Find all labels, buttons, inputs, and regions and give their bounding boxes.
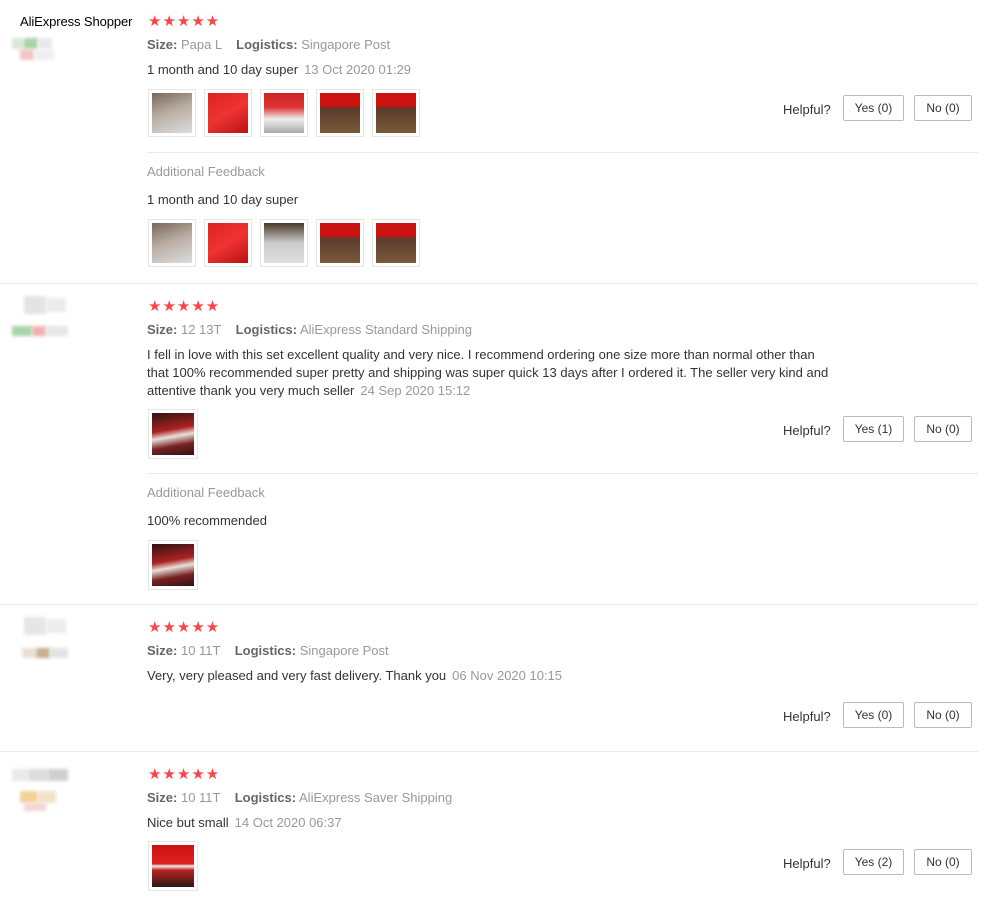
review-photo[interactable] [148, 219, 196, 267]
reviewer-name: AliExpress Shopper [20, 14, 133, 29]
review-separator [0, 283, 978, 284]
review-photo[interactable] [260, 219, 308, 267]
helpful-no-button[interactable]: No (0) [914, 849, 972, 875]
review-photo[interactable] [316, 219, 364, 267]
review-meta: Size: 10 11T Logistics: Singapore Post [147, 643, 389, 658]
logistics-value: AliExpress Saver Shipping [299, 790, 453, 805]
size-label: Size: [147, 322, 178, 337]
helpful-yes-button[interactable]: Yes (2) [843, 849, 904, 875]
review-photo[interactable] [316, 89, 364, 137]
size-value: 12 13T [180, 322, 222, 337]
review-separator [0, 751, 978, 752]
review-text: I fell in love with this set excellent q… [147, 346, 907, 400]
size-label: Size: [147, 37, 178, 52]
review-photo[interactable] [148, 841, 198, 891]
rating-stars: ★★★★★ [148, 13, 221, 30]
additional-feedback-text: 100% recommended [147, 513, 267, 528]
additional-feedback-heading: Additional Feedback [147, 164, 265, 179]
rating-stars: ★★★★★ [148, 766, 221, 783]
avatar [12, 38, 68, 60]
review-date: 24 Sep 2020 15:12 [360, 383, 471, 398]
helpful-no-button[interactable]: No (0) [914, 95, 972, 121]
helpful-label: Helpful? [783, 856, 831, 871]
review-photo[interactable] [372, 89, 420, 137]
review-date: 13 Oct 2020 01:29 [304, 62, 412, 77]
review-text: Very, very pleased and very fast deliver… [147, 667, 562, 685]
review-body-line: I fell in love with this set excellent q… [147, 347, 815, 362]
review-text: Nice but small 14 Oct 2020 06:37 [147, 814, 342, 832]
logistics-label: Logistics: [234, 643, 297, 658]
review-body-line: that 100% recommended super pretty and s… [147, 365, 829, 380]
review-photo[interactable] [372, 219, 420, 267]
logistics-value: Singapore Post [301, 37, 391, 52]
review-photo[interactable] [148, 540, 198, 590]
size-label: Size: [147, 790, 178, 805]
logistics-label: Logistics: [235, 322, 298, 337]
divider [147, 152, 978, 153]
review-body: 1 month and 10 day super [147, 62, 299, 77]
logistics-label: Logistics: [234, 790, 297, 805]
helpful-label: Helpful? [783, 102, 831, 117]
review-photo[interactable] [148, 89, 196, 137]
helpful-yes-button[interactable]: Yes (0) [843, 95, 904, 121]
size-label: Size: [147, 643, 178, 658]
helpful-yes-button[interactable]: Yes (0) [843, 702, 904, 728]
review-photo[interactable] [204, 219, 252, 267]
size-value: 10 11T [180, 643, 221, 658]
review-body: Very, very pleased and very fast deliver… [147, 668, 447, 683]
helpful-no-button[interactable]: No (0) [914, 416, 972, 442]
review-photo[interactable] [260, 89, 308, 137]
review-body-line: attentive thank you very much seller [147, 383, 355, 398]
additional-feedback-heading: Additional Feedback [147, 485, 265, 500]
divider [147, 473, 978, 474]
helpful-label: Helpful? [783, 423, 831, 438]
helpful-label: Helpful? [783, 709, 831, 724]
review-meta: Size: 10 11T Logistics: AliExpress Saver… [147, 790, 452, 805]
rating-stars: ★★★★★ [148, 619, 221, 636]
review-meta: Size: Papa L Logistics: Singapore Post [147, 37, 390, 52]
review-meta: Size: 12 13T Logistics: AliExpress Stand… [147, 322, 472, 337]
additional-feedback-text: 1 month and 10 day super [147, 192, 299, 207]
review-text: 1 month and 10 day super 13 Oct 2020 01:2… [147, 61, 411, 79]
review-photo[interactable] [148, 409, 198, 459]
avatar [12, 296, 68, 340]
logistics-label: Logistics: [236, 37, 298, 52]
review-date: 14 Oct 2020 06:37 [234, 815, 342, 830]
logistics-value: Singapore Post [299, 643, 389, 658]
review-separator [0, 604, 978, 605]
rating-stars: ★★★★★ [148, 298, 221, 315]
avatar [12, 767, 68, 811]
size-value: Papa L [180, 37, 222, 52]
avatar [12, 617, 68, 661]
review-photo[interactable] [204, 89, 252, 137]
helpful-no-button[interactable]: No (0) [914, 702, 972, 728]
review-date: 06 Nov 2020 10:15 [452, 668, 563, 683]
logistics-value: AliExpress Standard Shipping [299, 322, 472, 337]
helpful-yes-button[interactable]: Yes (1) [843, 416, 904, 442]
size-value: 10 11T [180, 790, 221, 805]
review-body: Nice but small [147, 815, 229, 830]
